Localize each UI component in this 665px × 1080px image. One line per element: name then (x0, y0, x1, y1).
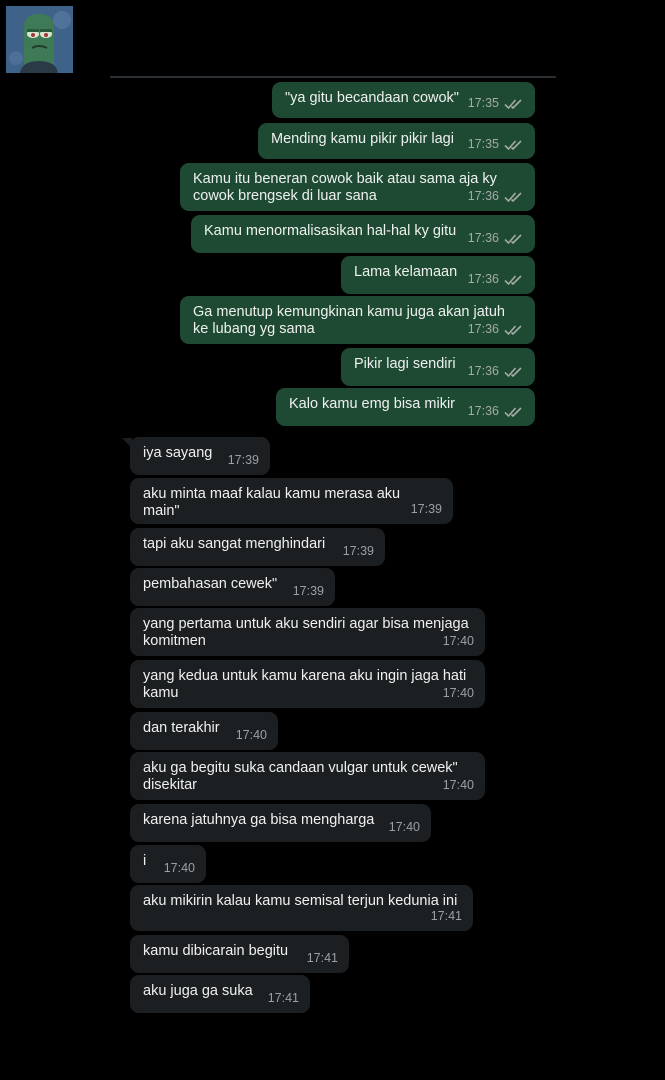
message-time: 17:41 (267, 991, 299, 1005)
message-time: 17:36 (467, 189, 499, 203)
incoming-message[interactable]: karena jatuhnya ga bisa mengharga 17:40 (130, 804, 431, 842)
message-time: 17:36 (467, 272, 499, 286)
incoming-message[interactable]: i 17:40 (130, 845, 206, 883)
message-time: 17:35 (467, 96, 499, 110)
message-meta: 17:40 (164, 860, 195, 877)
message-time: 17:40 (388, 820, 420, 834)
message-time: 17:39 (410, 502, 442, 516)
message-meta: 17:40 (389, 819, 420, 836)
message-meta: 17:40 (443, 685, 474, 702)
message-time: 17:36 (467, 231, 499, 245)
double-check-icon (504, 139, 522, 150)
message-meta: 17:39 (411, 501, 442, 518)
outgoing-message[interactable]: Kalo kamu emg bisa mikir 17:36 (276, 388, 535, 426)
incoming-message[interactable]: tapi aku sangat menghindari 17:39 (130, 528, 385, 566)
message-time: 17:35 (467, 137, 499, 151)
double-check-icon (504, 98, 522, 109)
message-meta: 17:36 (468, 403, 524, 420)
incoming-bubble-tail (122, 438, 132, 448)
incoming-message[interactable]: aku ga begitu suka candaan vulgar untuk … (130, 752, 485, 800)
message-time: 17:40 (442, 778, 474, 792)
incoming-message[interactable]: dan terakhir 17:40 (130, 712, 278, 750)
message-meta: 17:39 (228, 452, 259, 469)
incoming-message[interactable]: pembahasan cewek" 17:39 (130, 568, 335, 606)
message-text: karena jatuhnya ga bisa mengharga (143, 812, 375, 828)
message-meta: 17:36 (468, 271, 524, 288)
message-meta: 17:35 (468, 136, 524, 153)
message-meta: 17:39 (343, 543, 374, 560)
outgoing-message[interactable]: Pikir lagi sendiri 17:36 (341, 348, 535, 386)
double-check-icon (504, 406, 522, 417)
message-time: 17:40 (163, 861, 195, 875)
message-meta: 17:36 (468, 188, 524, 205)
message-text: yang pertama untuk aku sendiri agar bisa… (143, 616, 469, 649)
outgoing-message[interactable]: Kamu itu beneran cowok baik atau sama aj… (180, 163, 535, 211)
message-time: 17:39 (227, 453, 259, 467)
incoming-message[interactable]: yang pertama untuk aku sendiri agar bisa… (130, 608, 485, 656)
message-time: 17:39 (292, 584, 324, 598)
message-meta: 17:36 (468, 363, 524, 380)
incoming-message[interactable]: aku juga ga suka 17:41 (130, 975, 310, 1013)
message-meta: 17:40 (443, 777, 474, 794)
message-text: aku ga begitu suka candaan vulgar untuk … (143, 760, 458, 793)
outgoing-message[interactable]: Kamu menormalisasikan hal-hal ky gitu 17:… (191, 215, 535, 253)
incoming-message[interactable]: yang kedua untuk kamu karena aku ingin j… (130, 660, 485, 708)
double-check-icon (504, 366, 522, 377)
message-time: 17:41 (306, 951, 338, 965)
message-meta: 17:36 (468, 230, 524, 247)
message-time: 17:41 (430, 909, 462, 923)
double-check-icon (504, 274, 522, 285)
message-time: 17:36 (467, 364, 499, 378)
message-meta: 17:36 (468, 321, 524, 338)
message-text: yang kedua untuk kamu karena aku ingin j… (143, 668, 467, 701)
outgoing-message[interactable]: Lama kelamaan 17:36 (341, 256, 535, 294)
outgoing-message[interactable]: "ya gitu becandaan cowok" 17:35 (272, 82, 535, 118)
message-meta: 17:41 (431, 908, 462, 925)
message-text: aku minta maaf kalau kamu merasa aku mai… (143, 486, 401, 519)
incoming-message[interactable]: iya sayang 17:39 (130, 437, 270, 475)
message-time: 17:36 (467, 322, 499, 336)
message-meta: 17:39 (293, 583, 324, 600)
message-time: 17:40 (442, 686, 474, 700)
incoming-message[interactable]: aku mikirin kalau kamu semisal terjun ke… (130, 885, 473, 931)
outgoing-message[interactable]: Ga menutup kemungkinan kamu juga akan ja… (180, 296, 535, 344)
incoming-message[interactable]: aku minta maaf kalau kamu merasa aku mai… (130, 478, 453, 524)
message-meta: 17:41 (307, 950, 338, 967)
double-check-icon (504, 324, 522, 335)
message-list[interactable]: "ya gitu becandaan cowok" 17:35 Mending ka… (0, 0, 665, 1080)
message-meta: 17:40 (443, 633, 474, 650)
incoming-message[interactable]: kamu dibicarain begitu 17:41 (130, 935, 349, 973)
message-meta: 17:41 (268, 990, 299, 1007)
message-meta: 17:35 (468, 95, 524, 112)
message-time: 17:36 (467, 404, 499, 418)
message-text: aku mikirin kalau kamu semisal terjun ke… (143, 893, 458, 909)
message-meta: 17:40 (236, 727, 267, 744)
double-check-icon (504, 233, 522, 244)
message-time: 17:40 (442, 634, 474, 648)
message-time: 17:40 (235, 728, 267, 742)
message-text: tapi aku sangat menghindari (143, 536, 326, 552)
double-check-icon (504, 191, 522, 202)
outgoing-message[interactable]: Mending kamu pikir pikir lagi 17:35 (258, 123, 535, 159)
message-time: 17:39 (342, 544, 374, 558)
